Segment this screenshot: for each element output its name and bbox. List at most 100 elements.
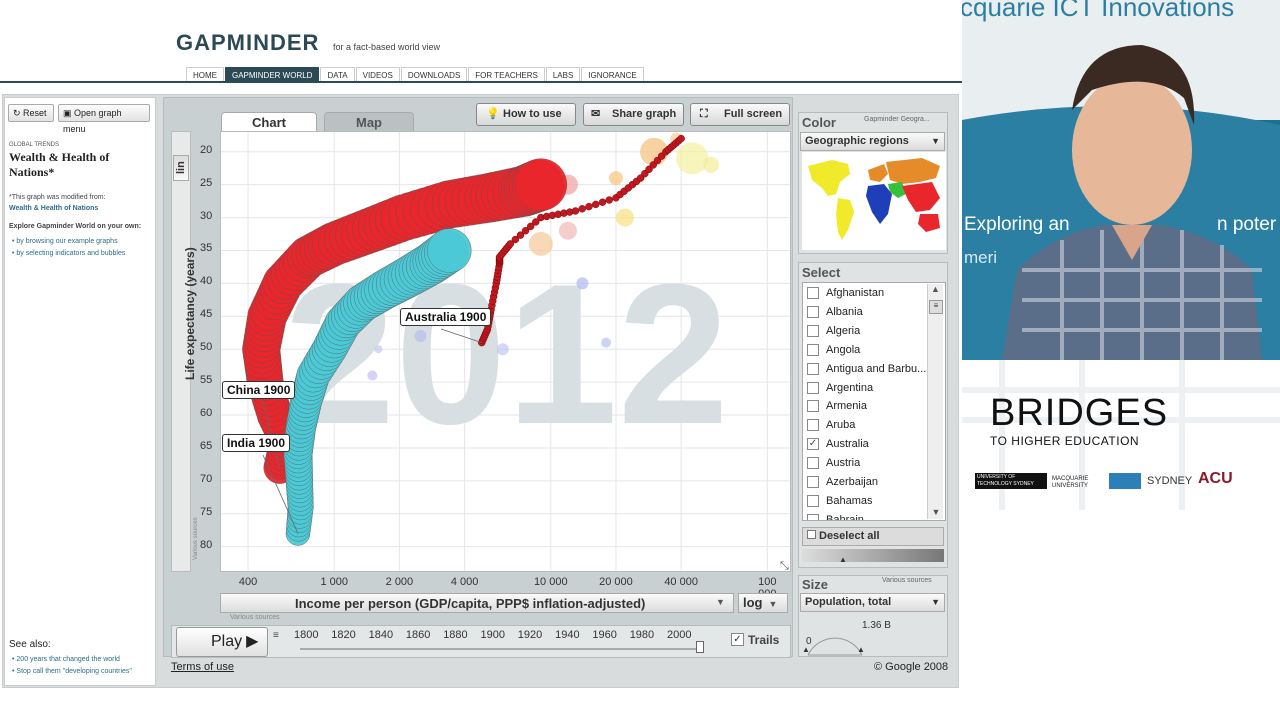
y-scale-toggle[interactable]: lin: [173, 155, 189, 181]
see-also-link-2-label: Stop call them "developing countries": [16, 668, 132, 675]
size-max-label: 1.36 B: [862, 620, 891, 631]
modified-link[interactable]: Wealth & Health of Nations: [9, 205, 98, 212]
country-list[interactable]: Afghanistan Albania Algeria Angola Antigua a…: [802, 282, 946, 521]
color-dropdown[interactable]: Geographic regions ▼: [800, 132, 945, 151]
size-source[interactable]: Various sources: [882, 577, 932, 584]
country-checkbox[interactable]: [807, 305, 819, 318]
menu-icon: ▣: [63, 108, 75, 118]
country-checkbox[interactable]: [807, 343, 819, 356]
site-tagline: for a fact-based world view: [333, 42, 441, 52]
reset-label: Reset: [23, 108, 47, 118]
x-scale-value: log: [743, 595, 763, 610]
timeline-track[interactable]: [300, 648, 700, 650]
size-min-handle-icon[interactable]: ▲: [802, 645, 810, 654]
background-country-bubble: [608, 171, 623, 186]
nav-downloads[interactable]: DOWNLOADS: [400, 67, 468, 81]
y-tick-label: 60: [200, 407, 213, 420]
bubble-chart[interactable]: 2012 ⤡: [221, 132, 791, 572]
country-checkbox[interactable]: [807, 324, 819, 337]
country-row[interactable]: Bahrain: [807, 511, 864, 520]
country-checkbox[interactable]: [807, 419, 819, 432]
opacity-slider-handle-icon[interactable]: ▲: [839, 555, 847, 564]
gapminder-logo[interactable]: GAPMINDER: [176, 30, 319, 56]
nav-labs[interactable]: LABS: [545, 67, 581, 81]
country-row[interactable]: Argentina: [807, 379, 873, 397]
scroll-down-icon[interactable]: ▼: [928, 507, 944, 517]
country-checkbox[interactable]: [807, 494, 819, 507]
nav-for-teachers[interactable]: FOR TEACHERS: [468, 67, 545, 81]
color-source[interactable]: Gapminder Geogra...: [864, 116, 930, 123]
explore-link-indicators[interactable]: • by selecting indicators and bubbles: [12, 250, 125, 257]
country-checkbox[interactable]: [807, 476, 819, 488]
india-1900-label[interactable]: India 1900: [222, 434, 291, 452]
country-row[interactable]: Azerbaijan: [807, 473, 878, 491]
background-country-bubble: [528, 231, 553, 256]
timeline-year-label: 1800: [294, 629, 319, 641]
country-checkbox[interactable]: [807, 287, 819, 299]
country-row[interactable]: Armenia: [807, 397, 867, 415]
country-name: Azerbaijan: [826, 476, 878, 488]
open-graph-menu-button[interactable]: ▣ Open graph menu: [58, 104, 150, 134]
australia-1900-label[interactable]: Australia 1900: [400, 308, 492, 326]
country-row[interactable]: Afghanistan: [807, 284, 884, 302]
size-max-handle-icon[interactable]: ▲: [857, 645, 865, 654]
china-1900-label[interactable]: China 1900: [222, 381, 296, 399]
graph-title: Wealth & Health of Nations*: [9, 150, 110, 179]
video-text-1: Exploring an: [964, 214, 1070, 235]
background-country-bubble: [615, 208, 634, 227]
nav-ignorance[interactable]: IGNORANCE: [581, 67, 644, 81]
share-graph-button[interactable]: ✉ Share graph: [583, 103, 684, 126]
nav-home[interactable]: HOME: [186, 67, 224, 81]
deselect-all-button[interactable]: Deselect all: [802, 527, 944, 546]
tab-chart[interactable]: Chart: [221, 112, 317, 133]
country-row[interactable]: ✓ Australia: [807, 435, 869, 453]
country-checkbox[interactable]: [807, 400, 819, 413]
nav-data[interactable]: DATA: [320, 67, 355, 81]
y-axis-label[interactable]: Life expectancy (years): [183, 247, 197, 380]
see-also-link-1[interactable]: • 200 years that changed the world: [12, 656, 120, 663]
site-nav: HOME GAPMINDER WORLD DATA VIDEOS DOWNLOA…: [186, 67, 645, 81]
explore-link-examples[interactable]: • by browsing our example graphs: [12, 238, 118, 245]
nav-videos[interactable]: VIDEOS: [355, 67, 400, 81]
y-tick-label: 70: [200, 472, 213, 485]
x-scale-dropdown[interactable]: log ▼: [738, 593, 788, 613]
country-row[interactable]: Bahamas: [807, 492, 872, 510]
speed-control-icon[interactable]: ≡: [273, 630, 279, 641]
y-sources-note[interactable]: Various sources: [193, 517, 199, 560]
play-button[interactable]: Play ▶: [176, 627, 268, 657]
timeline-year-label: 1840: [368, 629, 394, 641]
how-to-use-button[interactable]: 💡 How to use: [476, 103, 576, 126]
country-list-scrollbar[interactable]: ▲ ≡ ▼: [927, 284, 943, 519]
scroll-up-icon[interactable]: ▲: [928, 284, 943, 294]
country-row[interactable]: Antigua and Barbu...: [807, 360, 926, 378]
reset-button[interactable]: ↻ Reset: [8, 104, 54, 122]
country-row[interactable]: Albania: [807, 303, 863, 321]
timeline-slider-handle[interactable]: [696, 641, 704, 653]
country-row[interactable]: Angola: [807, 341, 860, 359]
country-row[interactable]: Austria: [807, 454, 860, 472]
country-checkbox[interactable]: [807, 381, 819, 394]
country-row[interactable]: Aruba: [807, 416, 855, 434]
scroll-thumb[interactable]: ≡: [929, 300, 943, 314]
x-sources-note[interactable]: Various sources: [230, 614, 280, 621]
see-also-link-2[interactable]: • Stop call them "developing countries": [12, 668, 132, 675]
plot-area[interactable]: 2012 ⤡: [220, 131, 791, 572]
australia-trail-bubble: [571, 207, 580, 215]
trails-checkbox[interactable]: ✓: [731, 633, 744, 646]
country-row[interactable]: Algeria: [807, 322, 860, 340]
terms-of-use-link[interactable]: Terms of use: [171, 661, 234, 673]
region-color-map[interactable]: [802, 152, 946, 250]
nav-gapminder-world[interactable]: GAPMINDER WORLD: [225, 67, 320, 81]
y-tick-label: 35: [200, 242, 213, 255]
opacity-slider[interactable]: ▲: [802, 549, 944, 564]
tab-map[interactable]: Map: [324, 112, 414, 132]
country-checkbox[interactable]: ✓: [807, 438, 819, 451]
country-checkbox[interactable]: [807, 457, 819, 470]
country-name: Afghanistan: [826, 287, 885, 299]
country-checkbox[interactable]: [807, 362, 819, 375]
size-dropdown-value: Population, total: [805, 596, 892, 608]
size-dropdown[interactable]: Population, total ▼: [800, 593, 945, 612]
country-checkbox[interactable]: [807, 513, 819, 520]
timeline-year-label: 1940: [555, 629, 580, 641]
full-screen-button[interactable]: ⛶ Full screen: [690, 103, 790, 126]
